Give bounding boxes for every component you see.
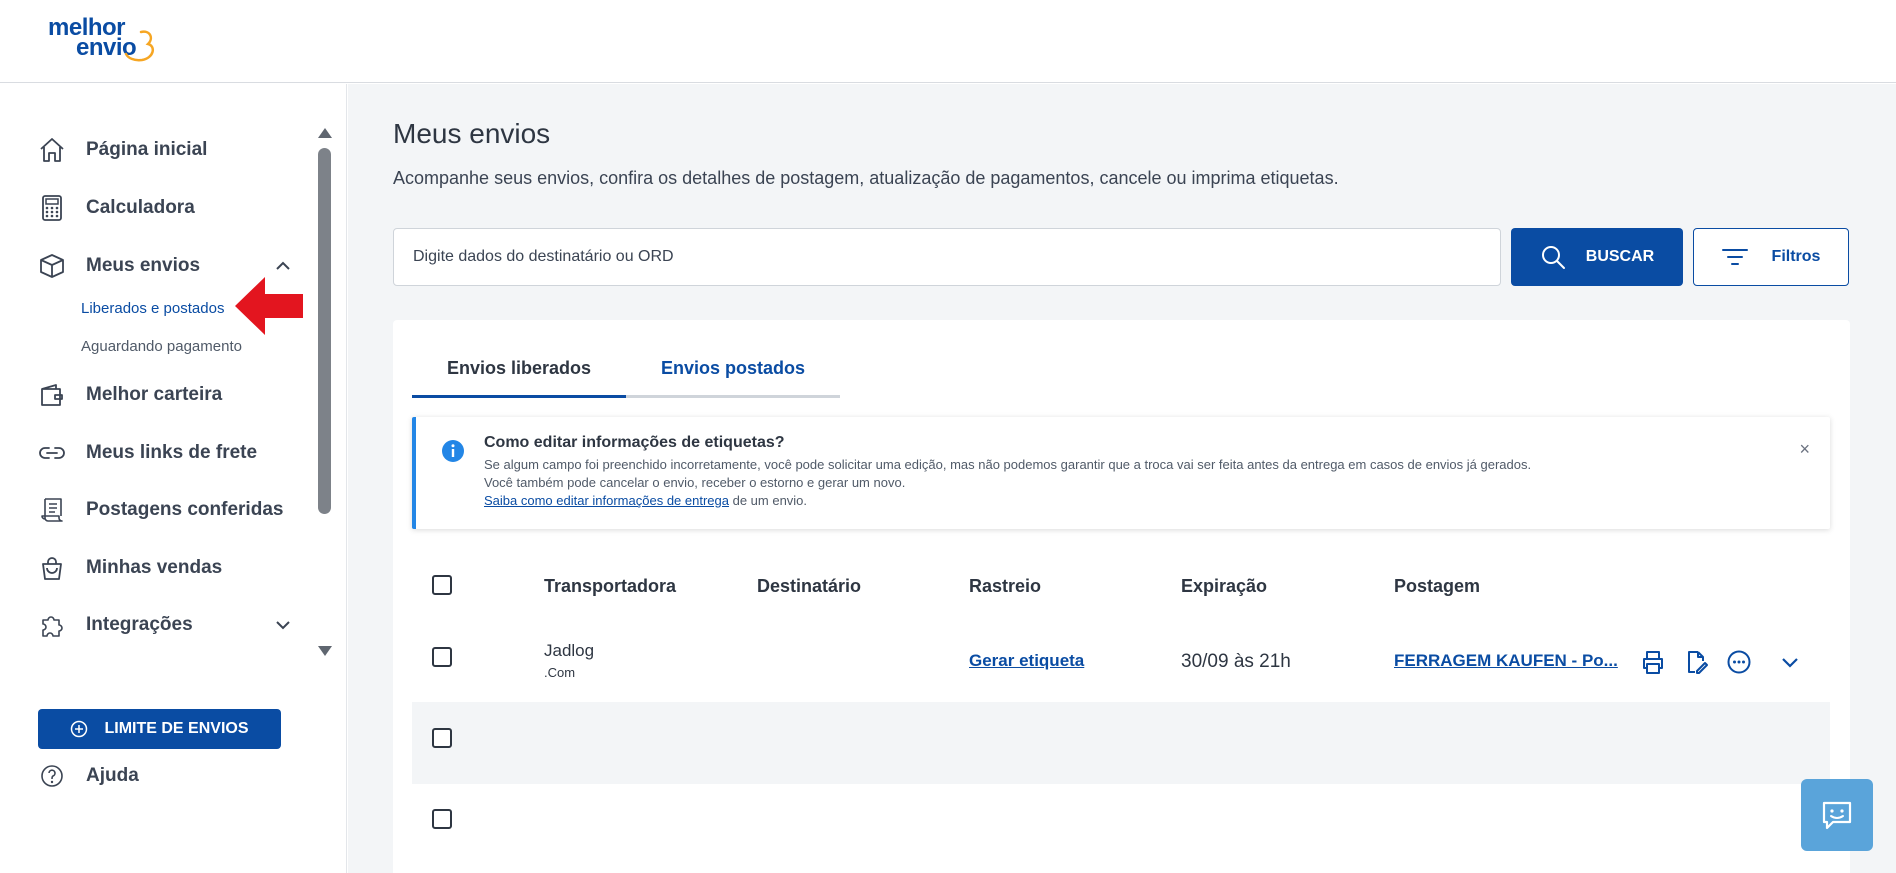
more-options-icon[interactable] xyxy=(1724,647,1754,677)
sidebar-item-calculator[interactable]: Calculadora xyxy=(38,191,293,225)
sidebar-item-label: Melhor carteira xyxy=(86,384,223,405)
sidebar-item-freight-links[interactable]: Meus links de frete xyxy=(38,436,293,470)
chevron-up-icon[interactable] xyxy=(273,256,293,276)
receipt-icon xyxy=(38,496,66,524)
shipping-limit-button[interactable]: LIMITE DE ENVIOS xyxy=(38,709,281,749)
sidebar-item-label: Postagens conferidas xyxy=(86,499,284,520)
expand-row-chevron-icon[interactable] xyxy=(1775,647,1805,677)
search-icon xyxy=(1541,246,1565,269)
help-link[interactable]: Ajuda xyxy=(38,762,139,790)
tab-posted[interactable]: Envios postados xyxy=(626,354,840,398)
info-text-line3: Saiba como editar informações de entrega… xyxy=(484,493,807,508)
sidebar-item-home[interactable]: Página inicial xyxy=(38,133,293,167)
scrollbar-down-arrow[interactable] xyxy=(318,646,332,656)
info-text-line2: Você também pode cancelar o envio, receb… xyxy=(484,475,906,490)
page-title: Meus envios xyxy=(393,118,551,149)
sidebar-item-my-sales[interactable]: Minhas vendas xyxy=(38,551,293,585)
edit-info-link[interactable]: Saiba como editar informações de entrega xyxy=(484,493,729,508)
top-header: melhor envio xyxy=(0,0,1896,83)
scrollbar-up-arrow[interactable] xyxy=(318,128,332,138)
column-header-expiration[interactable]: Expiração xyxy=(1181,576,1267,597)
column-header-posting[interactable]: Postagem xyxy=(1394,576,1480,597)
chevron-down-icon[interactable] xyxy=(273,615,293,635)
column-header-recipient[interactable]: Destinatário xyxy=(757,576,861,597)
page-subtitle: Acompanhe seus envios, confira os detalh… xyxy=(393,168,1339,188)
shipping-limit-label: LIMITE DE ENVIOS xyxy=(104,720,249,737)
search-input[interactable] xyxy=(393,228,1501,286)
info-icon xyxy=(442,440,464,462)
sidebar-item-integrations[interactable]: Integrações xyxy=(38,608,293,642)
tab-label: Envios liberados xyxy=(446,358,592,378)
row-checkbox[interactable] xyxy=(432,647,452,667)
shopping-bag-icon xyxy=(38,554,66,582)
scrollbar-thumb[interactable] xyxy=(318,148,331,514)
help-icon xyxy=(41,765,63,787)
chat-support-button[interactable] xyxy=(1801,779,1873,851)
sidebar-item-label: Meus envios xyxy=(86,255,201,276)
tab-released[interactable]: Envios liberados xyxy=(412,354,626,398)
carrier-name: Jadlog xyxy=(544,641,595,660)
red-arrow-annotation-icon xyxy=(235,277,303,335)
melhor-envio-logo[interactable]: melhor envio xyxy=(46,14,156,66)
sidebar-subitem-awaiting-payment[interactable]: Aguardando pagamento xyxy=(81,338,242,355)
info-text-tail: de um envio. xyxy=(728,493,808,508)
row-checkbox[interactable] xyxy=(432,809,452,829)
info-title: Como editar informações de etiquetas? xyxy=(484,434,785,451)
filters-button-label: Filtros xyxy=(1771,248,1821,265)
close-icon[interactable]: × xyxy=(1799,439,1810,460)
link-icon xyxy=(38,439,66,467)
wallet-icon xyxy=(38,381,66,409)
info-text-line1: Se algum campo foi preenchido incorretam… xyxy=(484,457,1532,472)
help-label: Ajuda xyxy=(86,765,139,786)
filter-icon xyxy=(1721,249,1748,265)
expiration-value: 30/09 às 21h xyxy=(1181,651,1291,672)
sidebar-item-label: Integrações xyxy=(86,614,193,635)
box-icon xyxy=(38,252,66,280)
filters-button[interactable]: Filtros xyxy=(1693,228,1849,286)
plus-circle-icon xyxy=(71,720,88,738)
sidebar-item-checked-postings[interactable]: Postagens conferidas xyxy=(38,493,293,527)
home-icon xyxy=(38,136,66,164)
sidebar-item-label: Calculadora xyxy=(86,197,195,218)
search-button-label: BUSCAR xyxy=(1585,248,1655,265)
sidebar-item-wallet[interactable]: Melhor carteira xyxy=(38,378,293,412)
sidebar-item-label: Meus links de frete xyxy=(86,442,258,463)
sidebar-subitem-released-posted[interactable]: Liberados e postados xyxy=(81,300,224,317)
carrier-subname: .Com xyxy=(544,665,576,680)
tab-label: Envios postados xyxy=(660,358,806,378)
generate-label-link[interactable]: Gerar etiqueta xyxy=(969,651,1084,671)
info-alert: Como editar informações de etiquetas? Se… xyxy=(412,417,1830,529)
sidebar-item-label: Página inicial xyxy=(86,139,208,160)
logo-swoosh-icon xyxy=(124,30,155,62)
table-row xyxy=(412,702,1830,784)
search-button[interactable]: BUSCAR xyxy=(1511,228,1683,286)
edit-document-icon[interactable] xyxy=(1681,647,1711,677)
puzzle-icon xyxy=(38,611,66,639)
chat-icon xyxy=(1822,801,1852,830)
print-icon[interactable] xyxy=(1638,647,1668,677)
calculator-icon xyxy=(38,194,66,222)
column-header-tracking[interactable]: Rastreio xyxy=(969,576,1041,597)
posting-agency-link[interactable]: FERRAGEM KAUFEN - Po... xyxy=(1394,651,1618,671)
row-checkbox[interactable] xyxy=(432,728,452,748)
sidebar-item-label: Minhas vendas xyxy=(86,557,223,578)
select-all-checkbox[interactable] xyxy=(432,575,452,595)
column-header-carrier[interactable]: Transportadora xyxy=(544,576,676,597)
tab-bar: Envios liberados Envios postados xyxy=(412,354,840,398)
